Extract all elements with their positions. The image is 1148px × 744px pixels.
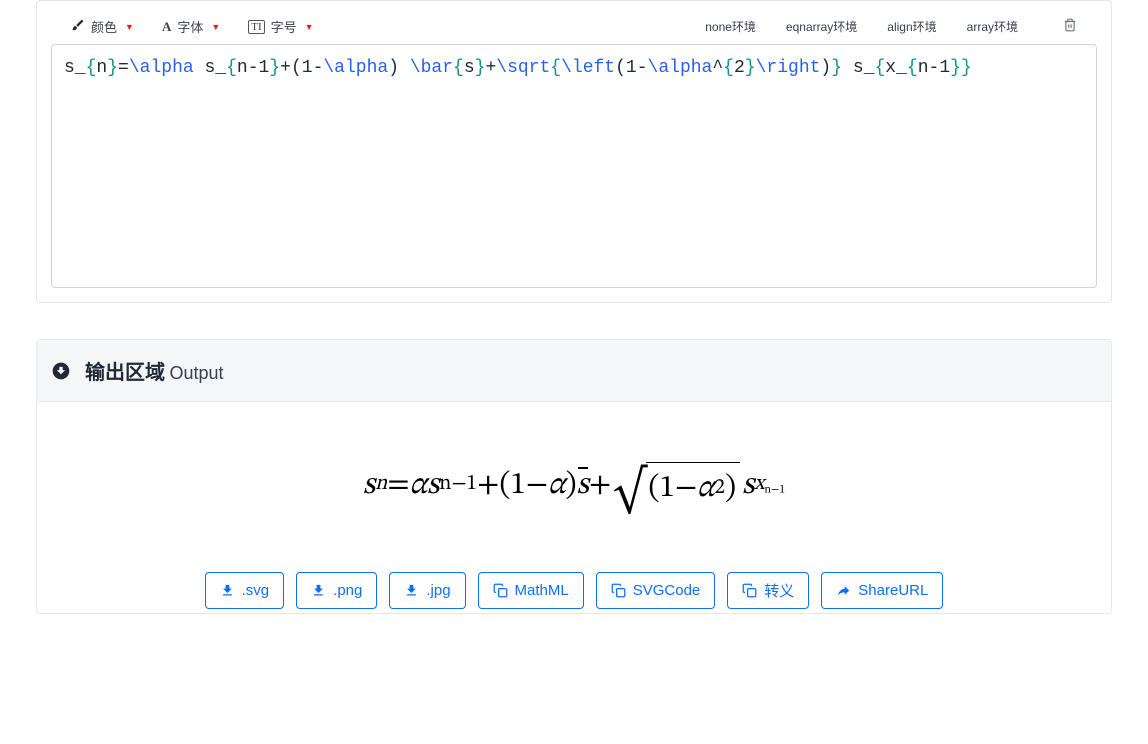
download-icon — [404, 583, 419, 598]
font-dropdown[interactable]: A 字体 ▼ — [152, 11, 230, 42]
toolbar-right: none环境 eqnarray环境 align环境 array环境 — [694, 12, 1087, 41]
font-icon: A — [162, 19, 171, 35]
env-array-button[interactable]: array环境 — [956, 13, 1029, 40]
share-icon — [836, 583, 851, 598]
font-label: 字体 — [177, 17, 203, 36]
copy-icon — [611, 583, 626, 598]
download-icon — [311, 583, 326, 598]
trash-icon — [1063, 18, 1077, 32]
export-svg-button[interactable]: .svg — [205, 572, 285, 609]
arrow-circle-down-icon — [51, 361, 71, 381]
output-card: 输出区域 Output sn = αsn−1 + (1 − α) s + √ (… — [36, 339, 1112, 614]
size-icon: TI — [248, 20, 264, 34]
export-mathml-button[interactable]: MathML — [478, 572, 584, 609]
caret-icon: ▼ — [305, 22, 314, 32]
clear-button[interactable] — [1053, 12, 1087, 41]
brush-icon — [71, 18, 85, 35]
export-escape-button[interactable]: 转义 — [727, 572, 809, 609]
export-bar: .svg .png .jpg MathML SVGCode 转义 ShareUR… — [37, 548, 1111, 613]
output-body: sn = αsn−1 + (1 − α) s + √ (1 − α2) sxn−… — [37, 402, 1111, 548]
output-title-wrap: 输出区域 Output — [85, 356, 224, 385]
size-label: 字号 — [271, 17, 297, 36]
export-shareurl-button[interactable]: ShareURL — [821, 572, 943, 609]
output-subtitle: Output — [169, 363, 223, 383]
sqrt: √ (1 − α2) — [613, 462, 740, 508]
size-dropdown[interactable]: TI 字号 ▼ — [238, 11, 323, 42]
caret-icon: ▼ — [211, 22, 220, 32]
export-png-button[interactable]: .png — [296, 572, 377, 609]
output-title: 输出区域 — [85, 362, 165, 384]
copy-icon — [742, 583, 757, 598]
latex-input[interactable]: s_{n}=\alpha s_{n-1}+(1-\alpha) \bar{s}+… — [51, 44, 1097, 288]
export-jpg-button[interactable]: .jpg — [389, 572, 465, 609]
color-label: 颜色 — [91, 17, 117, 36]
radical-icon: √ — [613, 466, 646, 512]
env-eqnarray-button[interactable]: eqnarray环境 — [775, 13, 868, 40]
copy-icon — [493, 583, 508, 598]
env-none-button[interactable]: none环境 — [694, 13, 767, 40]
editor-toolbar: 颜色 ▼ A 字体 ▼ TI 字号 ▼ none环境 eqnarray环境 al… — [37, 9, 1111, 44]
editor-card: 颜色 ▼ A 字体 ▼ TI 字号 ▼ none环境 eqnarray环境 al… — [36, 0, 1112, 303]
caret-icon: ▼ — [125, 22, 134, 32]
color-dropdown[interactable]: 颜色 ▼ — [61, 11, 144, 42]
rendered-math: sn = αsn−1 + (1 − α) s + √ (1 − α2) sxn−… — [363, 462, 785, 508]
download-icon — [220, 583, 235, 598]
output-header: 输出区域 Output — [37, 340, 1111, 402]
export-svgcode-button[interactable]: SVGCode — [596, 572, 716, 609]
env-align-button[interactable]: align环境 — [876, 13, 947, 40]
editor-wrap: s_{n}=\alpha s_{n-1}+(1-\alpha) \bar{s}+… — [37, 44, 1111, 302]
